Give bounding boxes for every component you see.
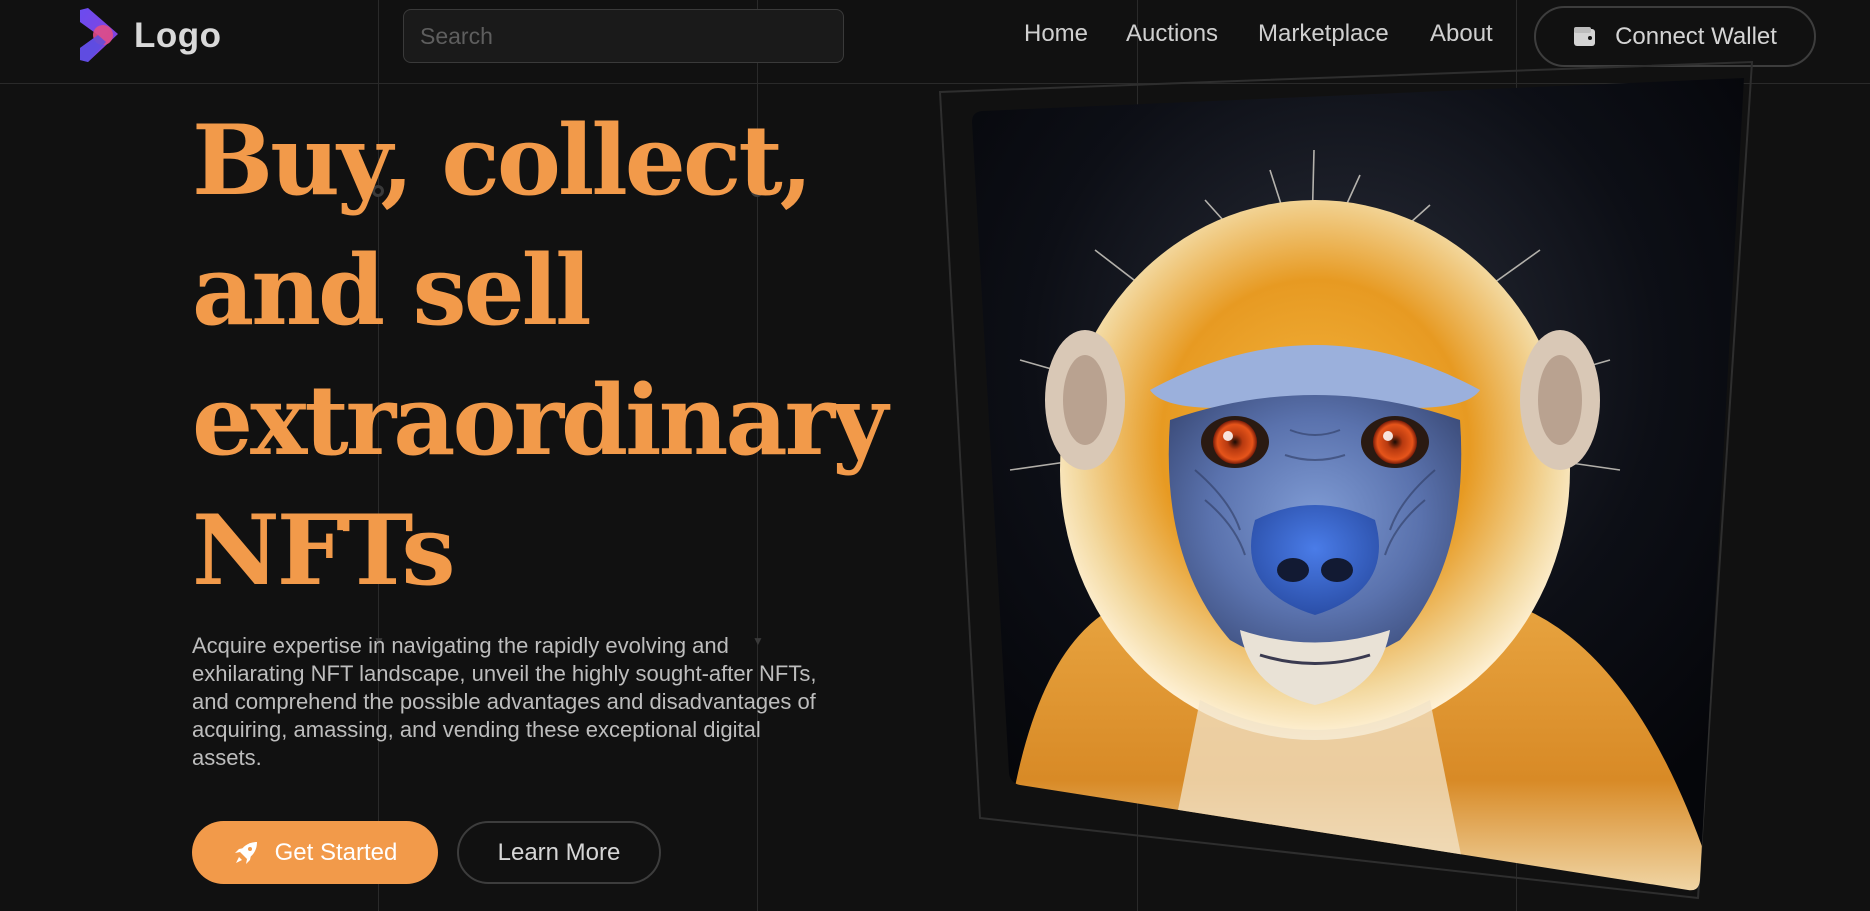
nav-auctions[interactable]: Auctions <box>1126 20 1218 48</box>
hero-title: Buy, collect, and sell extraordinary NFT… <box>192 96 888 616</box>
rocket-icon <box>234 841 257 864</box>
page: ▼ ▼ Logo Home Auctions Marketplace About <box>0 0 1870 911</box>
nav-about[interactable]: About <box>1430 20 1493 48</box>
nav-marketplace[interactable]: Marketplace <box>1258 20 1389 48</box>
nav-home[interactable]: Home <box>1024 20 1088 48</box>
logo[interactable]: Logo <box>78 8 222 64</box>
connect-wallet-label: Connect Wallet <box>1615 22 1777 50</box>
hero-title-line: Buy, collect, <box>192 104 813 217</box>
get-started-button[interactable]: Get Started <box>192 821 438 884</box>
hero-title-line: extraordinary <box>192 364 888 477</box>
hero-title-line: and sell <box>192 234 592 347</box>
logo-chevron-icon <box>80 8 118 62</box>
logo-text: Logo <box>134 16 222 55</box>
learn-more-label: Learn More <box>497 838 621 866</box>
hero-description: Acquire expertise in navigating the rapi… <box>192 633 817 770</box>
grid-line <box>1516 0 1517 911</box>
grid-line <box>1137 0 1138 911</box>
hero-title-line: NFTs <box>192 494 456 607</box>
learn-more-button[interactable]: Learn More <box>457 821 661 884</box>
connect-wallet-button[interactable]: Connect Wallet <box>1534 6 1816 67</box>
site-header: Logo Home Auctions Marketplace About Con… <box>0 0 1870 84</box>
wallet-icon <box>1574 26 1596 46</box>
get-started-label: Get Started <box>274 838 398 866</box>
search-input[interactable] <box>403 9 844 63</box>
